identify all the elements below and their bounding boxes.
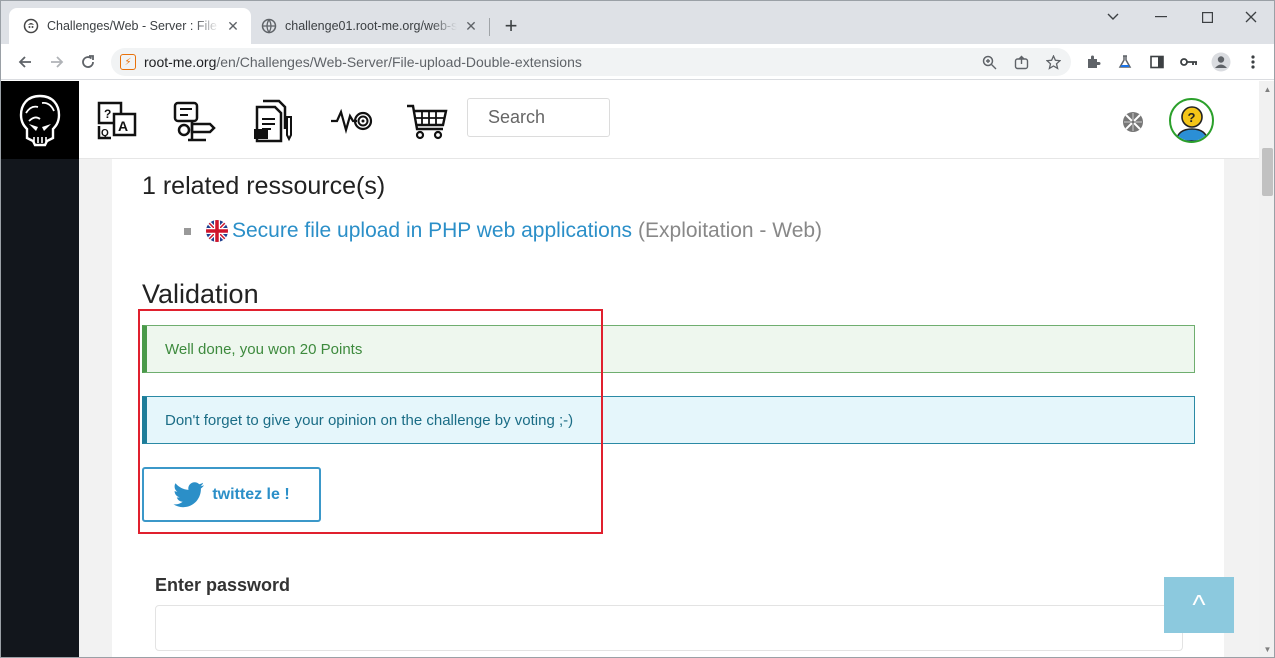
- cart-icon[interactable]: [405, 99, 449, 143]
- scroll-down-arrow-icon[interactable]: ▼: [1262, 645, 1273, 655]
- resource-link[interactable]: Secure file upload in PHP web applicatio…: [232, 219, 632, 243]
- tab-strip: Challenges/Web - Server : File upload - …: [1, 1, 1274, 44]
- radar-icon[interactable]: [329, 99, 373, 143]
- extensions-puzzle-icon[interactable]: [1083, 52, 1103, 72]
- annotation-highlight-box: [138, 309, 603, 534]
- url-text: root-me.org/en/Challenges/Web-Server/Fil…: [144, 54, 582, 70]
- back-to-top-button[interactable]: ^: [1164, 577, 1234, 633]
- site-header: ? AQ ?: [79, 81, 1259, 159]
- qa-icon[interactable]: ? A Q: [95, 99, 139, 143]
- reload-icon[interactable]: [74, 48, 102, 76]
- new-tab-button[interactable]: +: [498, 13, 524, 39]
- validation-heading: Validation: [142, 279, 259, 309]
- browser-window: Challenges/Web - Server : File upload - …: [0, 0, 1275, 658]
- maximize-icon[interactable]: [1183, 1, 1231, 33]
- tab-separator: [489, 18, 490, 36]
- language-flag-icon[interactable]: [1122, 111, 1144, 133]
- kebab-menu-icon[interactable]: [1243, 52, 1263, 72]
- address-bar[interactable]: ⚡ root-me.org/en/Challenges/Web-Server/F…: [111, 48, 1071, 76]
- close-icon[interactable]: ✕: [463, 18, 479, 34]
- bullet: [184, 227, 191, 235]
- svg-text:A: A: [118, 118, 128, 134]
- key-icon[interactable]: [1179, 52, 1199, 72]
- search-input[interactable]: [467, 98, 610, 137]
- list-item: Secure file upload in PHP web applicatio…: [184, 219, 822, 243]
- uk-flag-icon: [206, 220, 228, 242]
- browser-toolbar: ⚡ root-me.org/en/Challenges/Web-Server/F…: [1, 44, 1274, 80]
- lab-flask-icon[interactable]: [1115, 52, 1135, 72]
- minimize-icon[interactable]: [1137, 1, 1185, 33]
- resource-category: (Exploitation - Web): [638, 219, 823, 242]
- zoom-icon[interactable]: [979, 52, 999, 72]
- sidebar: [1, 81, 79, 657]
- svg-text:?: ?: [1187, 110, 1195, 125]
- rootme-favicon-icon: [23, 18, 39, 34]
- rootme-logo[interactable]: [1, 81, 79, 159]
- tab-challenge[interactable]: Challenges/Web - Server : File upload - …: [9, 8, 251, 44]
- password-label: Enter password: [155, 575, 291, 595]
- side-panel-icon[interactable]: [1147, 52, 1167, 72]
- chevron-down-icon[interactable]: [1089, 1, 1137, 33]
- scroll-up-arrow-icon[interactable]: ▲: [1262, 85, 1273, 95]
- tab-title: Challenges/Web - Server : File upload - …: [47, 19, 219, 33]
- related-heading: 1 related ressource(s): [142, 172, 386, 200]
- svg-text:Q: Q: [101, 128, 109, 139]
- share-icon[interactable]: [1011, 52, 1031, 72]
- scroll-thumb[interactable]: [1262, 148, 1273, 196]
- close-icon[interactable]: ✕: [225, 18, 241, 34]
- password-field[interactable]: [155, 605, 1183, 651]
- forward-arrow-icon[interactable]: [43, 48, 71, 76]
- profile-icon[interactable]: [1211, 52, 1231, 72]
- url-path: /en/Challenges/Web-Server/File-upload-Do…: [216, 54, 582, 70]
- directions-icon[interactable]: [172, 99, 216, 143]
- window-close-icon[interactable]: [1227, 1, 1274, 33]
- bookmark-star-icon[interactable]: [1043, 52, 1063, 72]
- svg-text:?: ?: [104, 107, 111, 121]
- tab-title: challenge01.root-me.org/web-serveur/ch20…: [285, 19, 457, 33]
- url-host: root-me.org: [144, 54, 217, 70]
- globe-icon: [261, 18, 277, 34]
- documents-icon[interactable]: [250, 99, 294, 143]
- back-arrow-icon[interactable]: [11, 48, 39, 76]
- avatar[interactable]: ?: [1169, 98, 1214, 143]
- tab-challenge01[interactable]: challenge01.root-me.org/web-serveur/ch20…: [253, 8, 489, 44]
- site-favicon-icon: ⚡: [120, 54, 136, 70]
